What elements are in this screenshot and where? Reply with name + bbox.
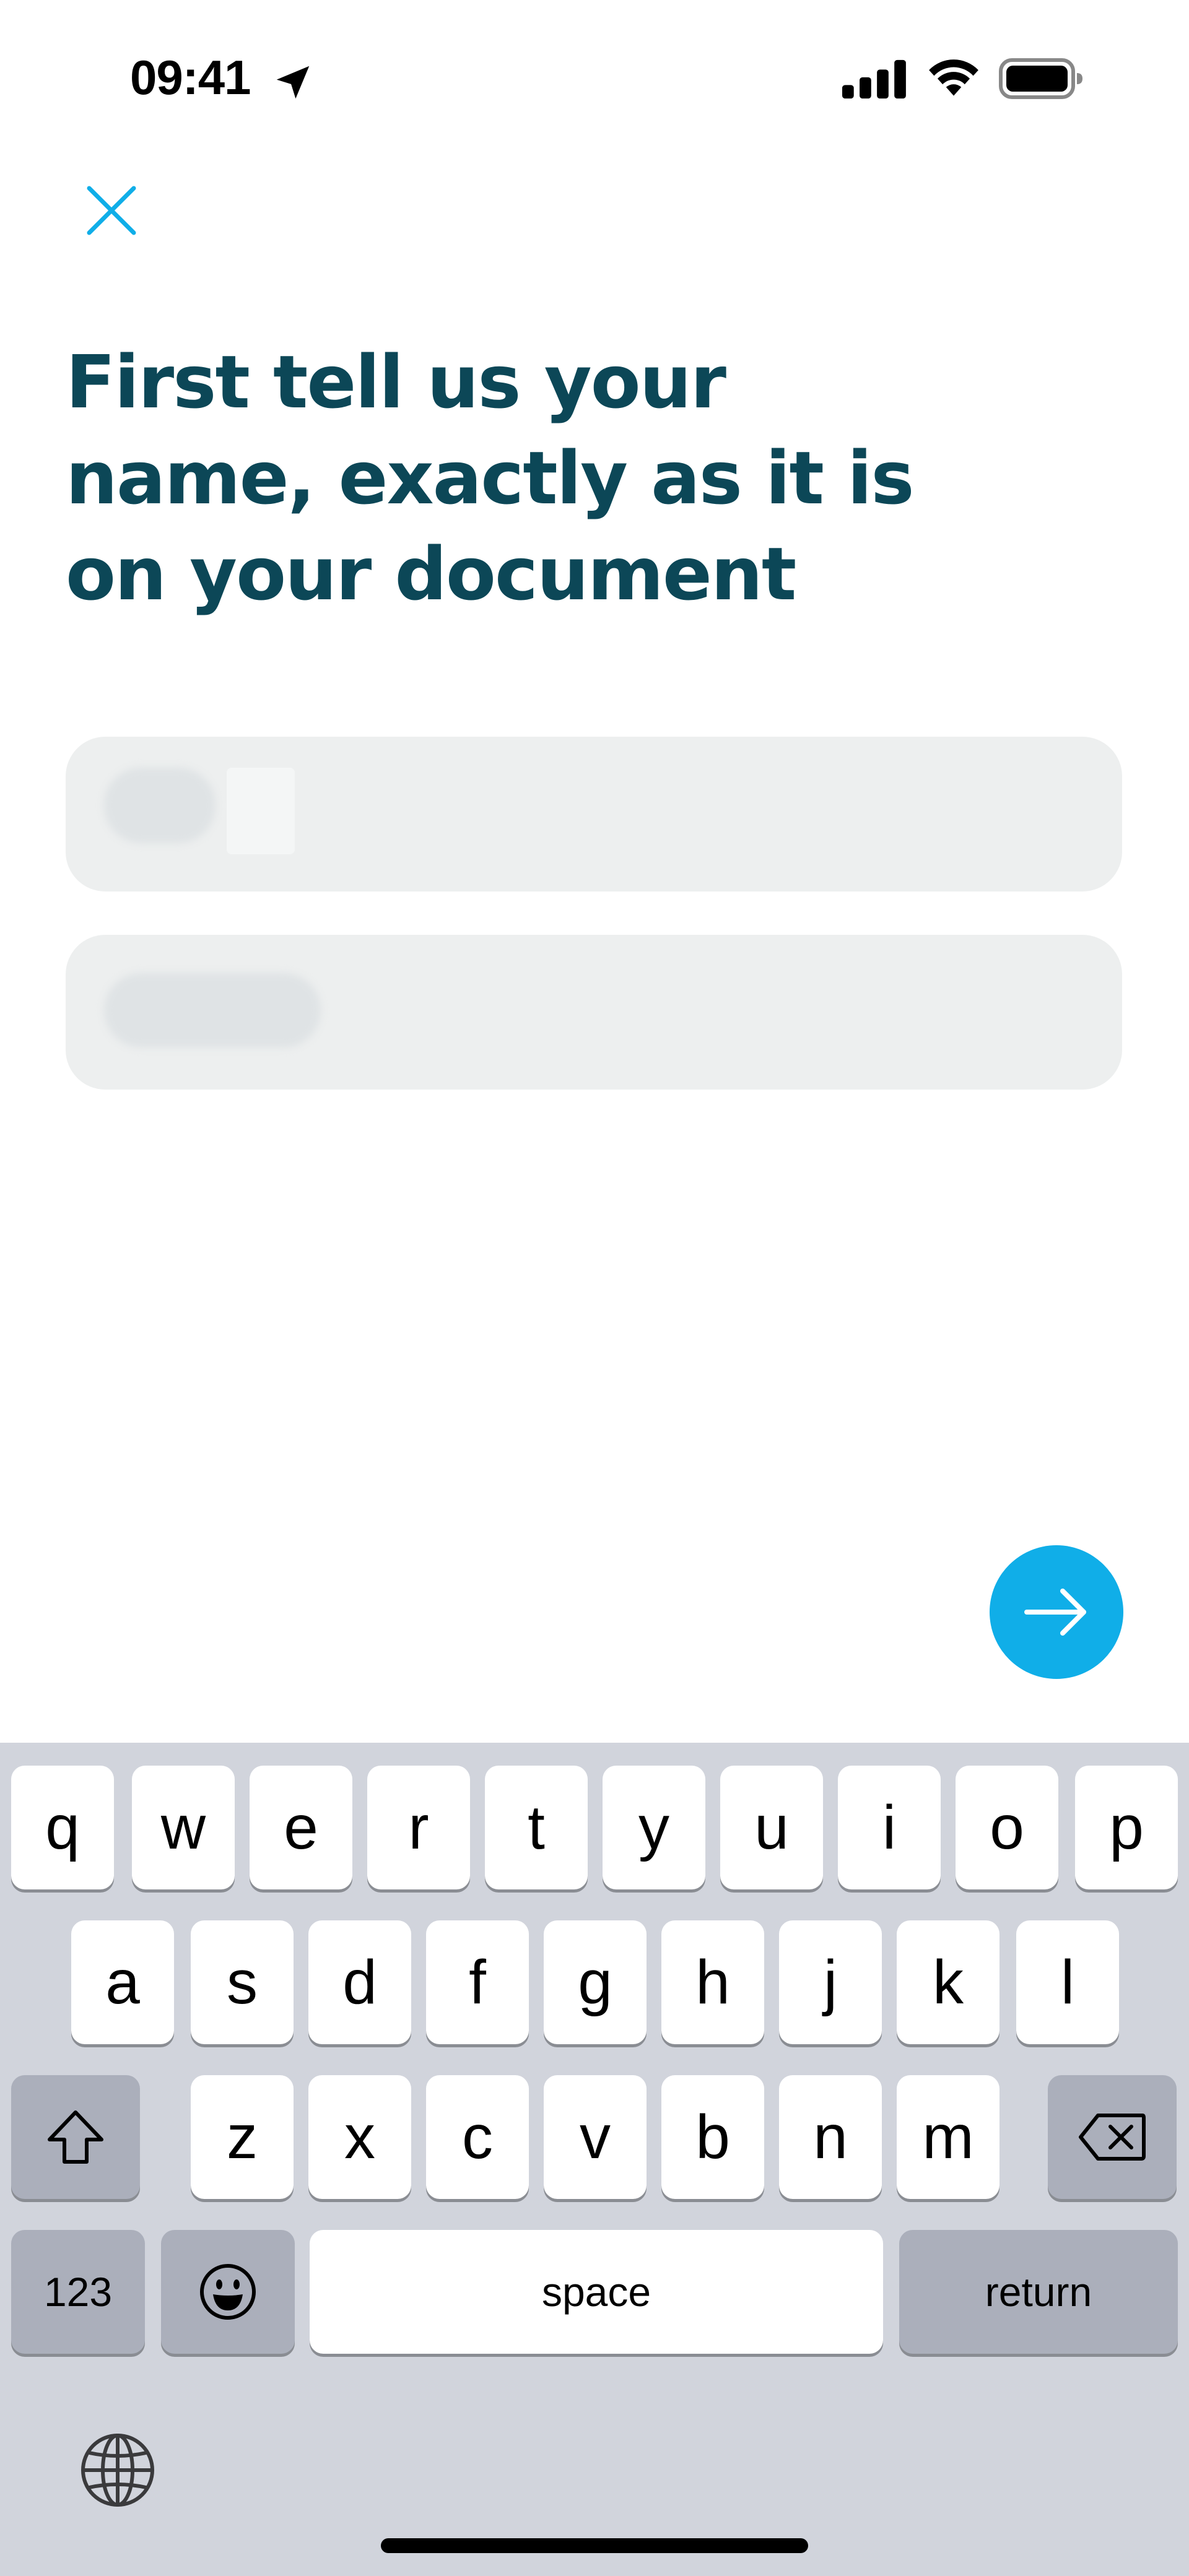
key-n[interactable]: n — [779, 2075, 882, 2199]
wifi-icon — [929, 59, 978, 96]
key-o[interactable]: o — [956, 1766, 1058, 1889]
backspace-icon — [1079, 2114, 1146, 2161]
key-i[interactable]: i — [838, 1766, 941, 1889]
key-x[interactable]: x — [308, 2075, 411, 2199]
key-f[interactable]: f — [426, 1920, 529, 2044]
close-icon — [87, 186, 136, 235]
space-key[interactable]: space — [310, 2230, 883, 2354]
delete-key[interactable] — [1048, 2075, 1177, 2199]
status-time: 09:41 — [130, 50, 251, 105]
cellular-signal-icon — [842, 59, 906, 99]
key-b[interactable]: b — [661, 2075, 764, 2199]
key-c[interactable]: c — [426, 2075, 529, 2199]
shift-icon — [48, 2110, 103, 2164]
location-arrow-icon — [276, 66, 310, 99]
key-m[interactable]: m — [897, 2075, 1000, 2199]
key-h[interactable]: h — [661, 1920, 764, 2044]
close-button[interactable] — [77, 176, 146, 245]
key-z[interactable]: z — [191, 2075, 294, 2199]
return-key[interactable]: return — [899, 2230, 1178, 2354]
key-k[interactable]: k — [897, 1920, 1000, 2044]
key-w[interactable]: w — [132, 1766, 235, 1889]
key-y[interactable]: y — [603, 1766, 705, 1889]
globe-icon — [81, 2434, 154, 2507]
key-a[interactable]: a — [71, 1920, 174, 2044]
emoji-key[interactable] — [161, 2230, 295, 2354]
numbers-key[interactable]: 123 — [11, 2230, 145, 2354]
key-t[interactable]: t — [485, 1766, 588, 1889]
first-name-field[interactable] — [66, 737, 1122, 891]
redacted-text — [104, 973, 321, 1047]
key-l[interactable]: l — [1016, 1920, 1119, 2044]
key-g[interactable]: g — [544, 1920, 647, 2044]
arrow-right-icon — [1024, 1589, 1086, 1636]
status-bar: 09:41 — [0, 0, 1189, 161]
home-indicator — [381, 2538, 808, 2553]
key-d[interactable]: d — [308, 1920, 411, 2044]
key-r[interactable]: r — [367, 1766, 470, 1889]
globe-button[interactable] — [74, 2427, 161, 2513]
emoji-icon — [200, 2264, 256, 2320]
shift-key[interactable] — [11, 2075, 140, 2199]
page-title: First tell us your name, exactly as it i… — [66, 339, 915, 617]
key-j[interactable]: j — [779, 1920, 882, 2044]
key-s[interactable]: s — [191, 1920, 294, 2044]
key-q[interactable]: q — [11, 1766, 114, 1889]
keyboard: q w e r t y u i o p a s d f g h j k l z … — [0, 1743, 1189, 2576]
key-p[interactable]: p — [1075, 1766, 1178, 1889]
key-v[interactable]: v — [544, 2075, 647, 2199]
redacted-text-part — [227, 768, 295, 854]
key-u[interactable]: u — [720, 1766, 823, 1889]
next-button[interactable] — [990, 1545, 1123, 1679]
key-e[interactable]: e — [250, 1766, 352, 1889]
redacted-text — [104, 768, 216, 843]
last-name-field[interactable] — [66, 935, 1122, 1090]
battery-icon — [999, 58, 1082, 99]
